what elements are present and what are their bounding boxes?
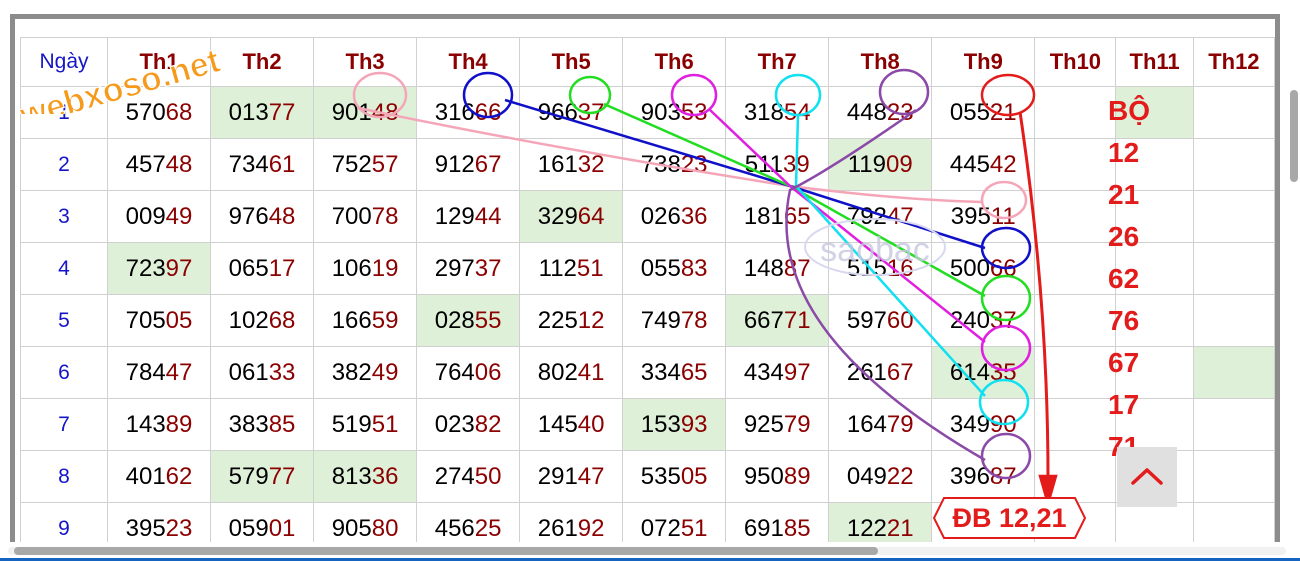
bo-value: 62 — [1108, 263, 1140, 294]
circle-cyan — [774, 73, 822, 117]
circle-red — [980, 73, 1036, 117]
scroll-top-button[interactable] — [1117, 447, 1177, 507]
circle-blue — [462, 71, 514, 119]
bo-value: 76 — [1108, 305, 1140, 336]
chevron-up-icon — [1131, 468, 1163, 485]
horizontal-scrollbar[interactable] — [8, 545, 1286, 557]
bo-value: 12 — [1108, 137, 1140, 168]
vertical-scrollbar[interactable] — [1288, 10, 1300, 545]
bo-list: BỘ 12 21 26 62 76 67 17 71 — [1108, 90, 1150, 468]
circle-pink — [352, 71, 408, 119]
circle-purple — [878, 68, 930, 116]
db-label-box: ĐB 12,21 — [932, 496, 1087, 540]
bo-value: 21 — [1108, 179, 1140, 210]
bo-value: 17 — [1108, 389, 1140, 420]
db-label: ĐB 12,21 — [952, 503, 1067, 533]
horizontal-scroll-thumb[interactable] — [14, 547, 878, 555]
bo-value: 67 — [1108, 347, 1140, 378]
svg-text:webxoso.net: webxoso.net — [15, 42, 224, 114]
bo-value: 26 — [1108, 221, 1140, 252]
circle-magenta — [670, 73, 718, 117]
bo-title: BỘ — [1108, 95, 1150, 126]
circle-green — [568, 75, 612, 115]
center-watermark: saobac — [820, 231, 930, 269]
vertical-scroll-thumb[interactable] — [1290, 90, 1298, 182]
webxoso-logo: webxoso.net — [4, 4, 225, 136]
